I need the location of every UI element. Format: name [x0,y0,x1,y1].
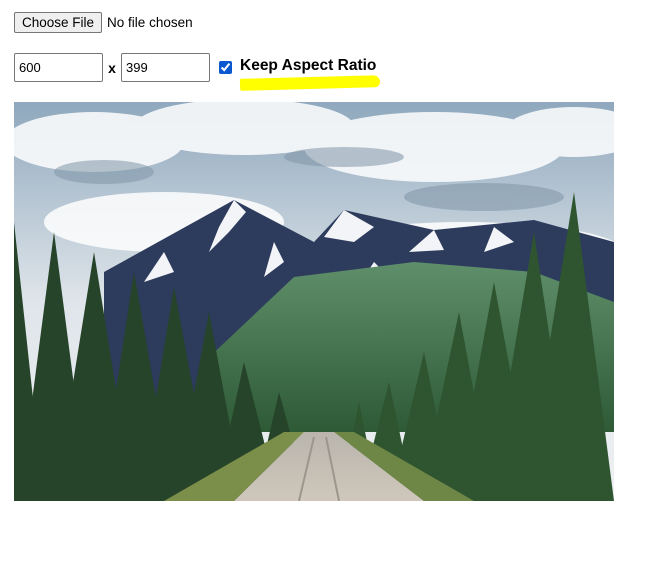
yellow-highlight-mark [239,74,381,91]
keep-aspect-label: Keep Aspect Ratio [239,56,381,91]
image-preview [14,102,614,501]
dimension-separator: x [108,59,116,76]
keep-aspect-checkbox[interactable] [219,61,232,74]
width-input[interactable] [14,53,103,82]
file-status-text: No file chosen [107,15,193,30]
choose-file-button[interactable]: Choose File [14,12,103,33]
keep-aspect-text: Keep Aspect Ratio [240,56,377,74]
file-picker: Choose File No file chosen [14,12,193,33]
dimension-controls: x Keep Aspect Ratio [14,53,381,91]
height-input[interactable] [121,53,210,82]
landscape-image [14,102,614,501]
